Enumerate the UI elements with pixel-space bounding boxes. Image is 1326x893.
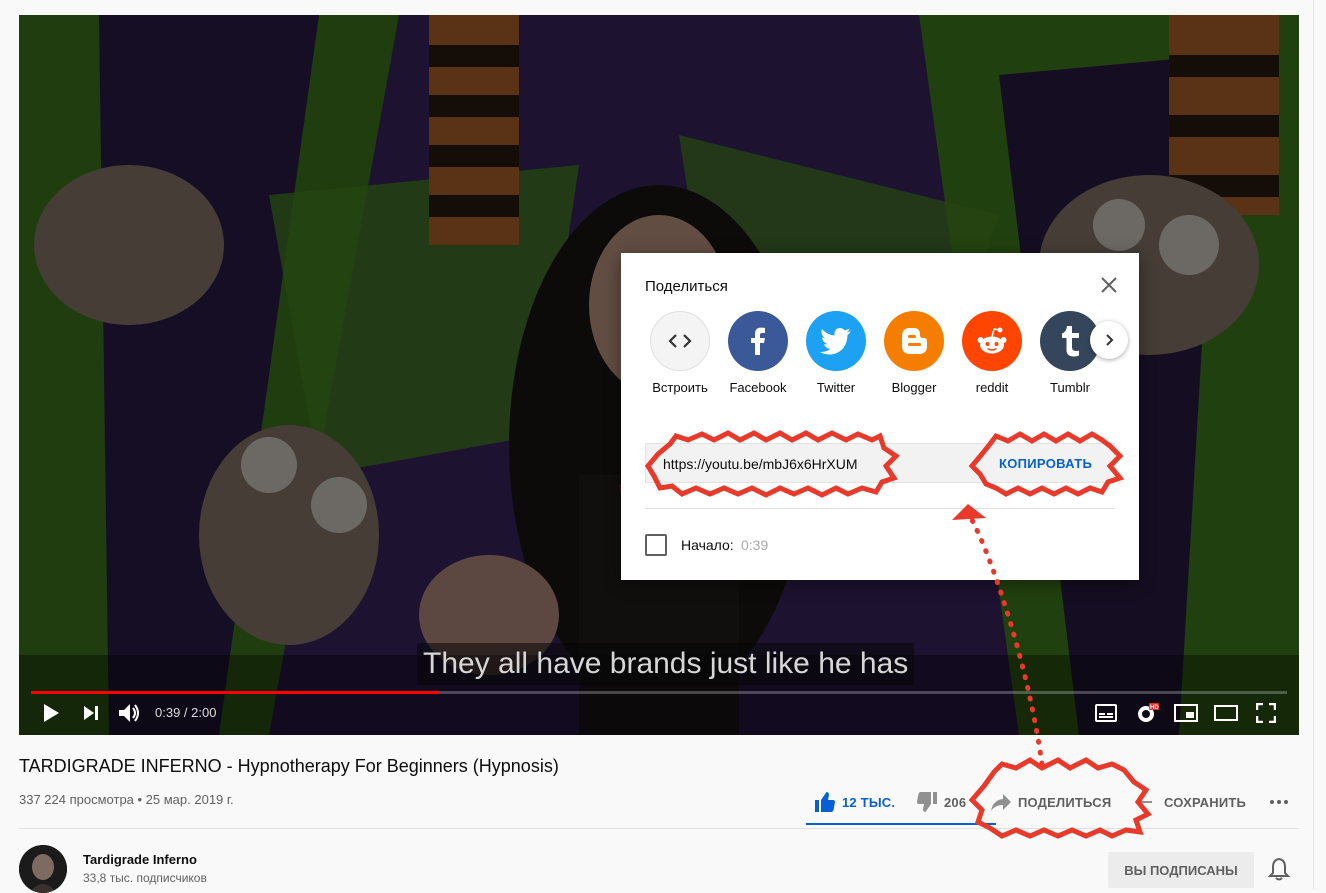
- fullscreen-button[interactable]: [1248, 695, 1284, 731]
- bell-icon: [1267, 857, 1291, 881]
- share-target-blogger-circle: [884, 311, 944, 371]
- next-video-button[interactable]: [73, 695, 109, 731]
- chevron-right-icon: [1106, 334, 1114, 346]
- share-target-twitter[interactable]: Twitter: [797, 311, 875, 395]
- settings-button[interactable]: HD: [1129, 695, 1165, 731]
- theater-icon: [1214, 705, 1238, 721]
- close-button[interactable]: [1097, 273, 1121, 297]
- theater-mode-button[interactable]: [1208, 695, 1244, 731]
- play-button[interactable]: [33, 695, 69, 731]
- like-button[interactable]: 12 ТЫС.: [814, 790, 895, 814]
- subscriber-count: 33,8 тыс. подписчиков: [83, 871, 207, 885]
- close-icon: [1101, 277, 1117, 293]
- embed-icon: [668, 334, 692, 348]
- notifications-button[interactable]: [1266, 856, 1292, 882]
- subtitles-button[interactable]: [1088, 695, 1124, 731]
- dialog-divider: [645, 508, 1115, 509]
- reddit-icon: [977, 327, 1007, 354]
- miniplayer-button[interactable]: [1168, 695, 1204, 731]
- facebook-icon: [751, 327, 765, 355]
- share-target-blogger[interactable]: Blogger: [875, 311, 953, 395]
- add-to-playlist-icon: [1140, 801, 1152, 803]
- sidebar-edge: [1313, 0, 1326, 889]
- twitter-icon: [820, 328, 851, 355]
- fullscreen-icon: [1256, 703, 1276, 723]
- video-meta: 337 224 просмотра • 25 мар. 2019 г.: [19, 792, 234, 807]
- share-target-reddit-circle: [962, 311, 1022, 371]
- thumbs-up-icon: [815, 792, 835, 812]
- share-target-reddit[interactable]: reddit: [953, 311, 1031, 395]
- dislike-button[interactable]: 206: [916, 790, 966, 814]
- more-horizontal-icon: [1270, 800, 1288, 804]
- dialog-title: Поделиться: [645, 278, 728, 295]
- dislike-count: 206: [944, 794, 967, 810]
- sentiment-bar-like: [806, 823, 996, 825]
- thumbs-down-icon: [917, 792, 937, 812]
- start-at-checkbox[interactable]: [645, 534, 667, 556]
- share-target-label: Twitter: [816, 380, 856, 395]
- share-target-label: Встроить: [652, 380, 708, 395]
- share-dialog: Поделиться Встроить Facebook Twitter Blo…: [621, 253, 1139, 580]
- volume-icon: [119, 704, 139, 722]
- save-button[interactable]: СОХРАНИТЬ: [1140, 790, 1246, 814]
- share-target-facebook-circle: [728, 311, 788, 371]
- like-count: 12 ТЫС.: [842, 794, 896, 810]
- skip-next-icon: [84, 706, 98, 720]
- copy-button[interactable]: КОПИРОВАТЬ: [999, 456, 1092, 471]
- more-actions-button[interactable]: [1268, 790, 1290, 814]
- video-title: TARDIGRADE INFERNO - Hypnotherapy For Be…: [19, 756, 559, 776]
- section-divider: [19, 828, 1299, 829]
- share-target-embed-circle: [650, 311, 710, 371]
- blogger-icon: [902, 328, 927, 354]
- gear-icon: HD: [1138, 703, 1159, 722]
- share-target-label: reddit: [975, 380, 1009, 395]
- start-at-time: 0:39: [741, 537, 769, 553]
- channel-name[interactable]: Tardigrade Inferno: [83, 852, 197, 867]
- time-display: 0:39 / 2:00: [155, 705, 217, 720]
- subtitle-caption: They all have brands just like he has: [417, 643, 915, 685]
- share-button[interactable]: ПОДЕЛИТЬСЯ: [990, 790, 1111, 814]
- share-target-label: Facebook: [729, 380, 787, 395]
- avatar-image: [19, 845, 67, 893]
- channel-avatar[interactable]: [19, 845, 67, 893]
- share-url-text[interactable]: https://youtu.be/mbJ6x6HrXUM: [663, 456, 858, 472]
- miniplayer-icon: [1174, 704, 1198, 722]
- next-share-targets-button[interactable]: [1090, 321, 1128, 359]
- player-controls: 0:39 / 2:00 HD: [19, 691, 1299, 735]
- play-icon: [44, 704, 59, 722]
- svg-text:HD: HD: [1150, 705, 1159, 711]
- share-label: ПОДЕЛИТЬСЯ: [1018, 794, 1112, 810]
- subtitles-icon: [1095, 704, 1117, 722]
- share-arrow-icon: [991, 794, 1011, 811]
- mute-button[interactable]: [111, 695, 147, 731]
- share-target-embed[interactable]: Встроить: [641, 311, 719, 395]
- start-at-label: Начало:: [681, 537, 734, 553]
- subscribed-button[interactable]: ВЫ ПОДПИСАНЫ: [1108, 852, 1254, 888]
- save-label: СОХРАНИТЬ: [1164, 794, 1247, 810]
- share-target-label: Blogger: [891, 380, 937, 395]
- tumblr-icon: [1062, 326, 1079, 357]
- share-target-label: Tumblr: [1050, 380, 1090, 395]
- share-target-twitter-circle: [806, 311, 866, 371]
- share-target-facebook[interactable]: Facebook: [719, 311, 797, 395]
